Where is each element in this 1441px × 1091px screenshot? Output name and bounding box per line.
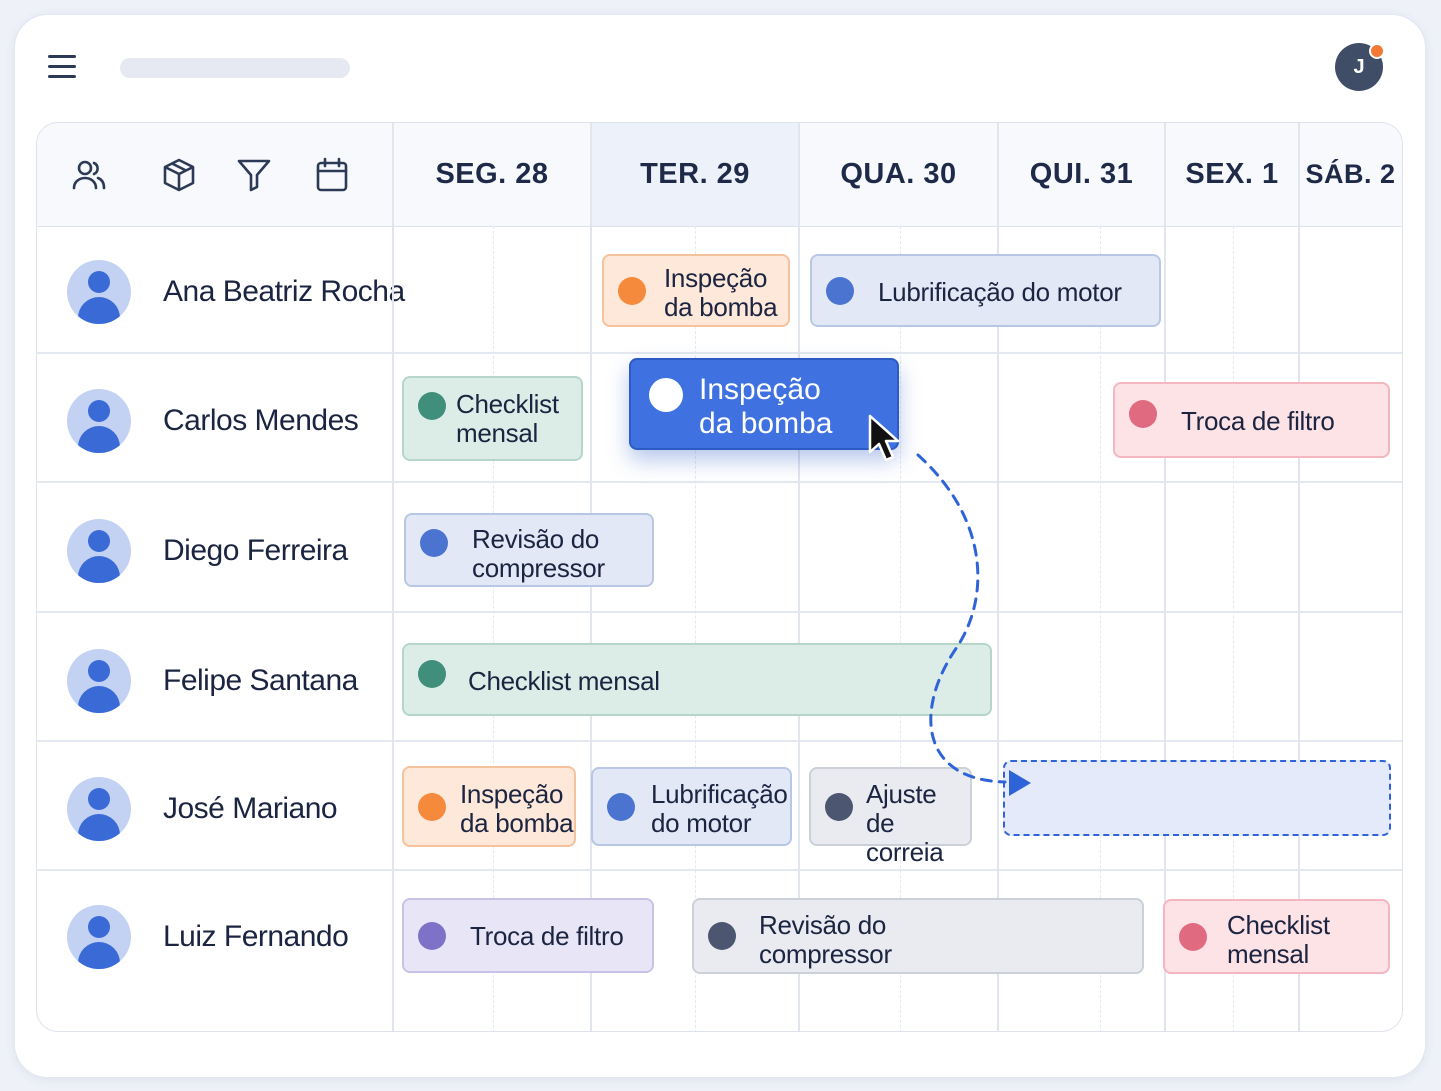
task-card[interactable]: Revisão do compressor: [692, 898, 1144, 974]
task-card[interactable]: Lubrificação do motor: [591, 767, 792, 846]
column-divider: [1298, 123, 1300, 1031]
task-card[interactable]: Inspeção da bomba: [402, 766, 576, 847]
task-label: Revisão do compressor: [759, 910, 892, 969]
task-card[interactable]: Checklist mensal: [402, 376, 583, 461]
task-color-dot: [708, 922, 736, 950]
avatar: [67, 389, 131, 453]
task-card[interactable]: Troca de filtro: [402, 898, 654, 973]
hamburger-menu-icon[interactable]: [48, 52, 78, 82]
person-name: José Mariano: [163, 792, 338, 825]
person-name: Diego Ferreira: [163, 534, 348, 567]
task-label: Inspeção da bomba: [460, 779, 574, 838]
user-avatar-initial: J: [1353, 55, 1365, 78]
search-bar-placeholder[interactable]: [120, 58, 350, 78]
person-row-label[interactable]: José Mariano: [37, 745, 393, 873]
task-label: Checklist mensal: [1227, 910, 1330, 969]
users-icon[interactable]: [71, 157, 107, 193]
task-color-dot: [418, 792, 446, 821]
task-label: Lubrificação do motor: [651, 779, 788, 838]
avatar: [67, 905, 131, 969]
task-color-dot: [420, 529, 448, 557]
task-color-dot: [418, 921, 446, 950]
column-divider: [1164, 123, 1166, 1031]
task-card[interactable]: Revisão do compressor: [404, 513, 654, 587]
task-label: Inspeção da bomba: [699, 373, 833, 440]
notification-dot: [1369, 43, 1385, 59]
avatar: [67, 649, 131, 713]
column-divider: [392, 123, 394, 1031]
person-name: Felipe Santana: [163, 664, 358, 697]
avatar: [67, 519, 131, 583]
calendar-icon[interactable]: [314, 157, 350, 193]
person-row-label[interactable]: Ana Beatriz Rocha: [37, 228, 405, 356]
day-header-5[interactable]: SEX. 1: [1165, 123, 1299, 226]
task-label: Revisão do compressor: [472, 524, 605, 583]
filter-icon[interactable]: [236, 157, 272, 193]
person-row-label[interactable]: Luiz Fernando: [37, 873, 393, 1001]
dragging-task-card[interactable]: Inspeção da bomba: [629, 358, 899, 450]
person-name: Carlos Mendes: [163, 404, 359, 437]
task-color-dot: [1179, 922, 1207, 951]
box-icon[interactable]: [161, 157, 197, 193]
task-label: Lubrificação do motor: [878, 277, 1122, 307]
task-label: Inspeção da bomba: [664, 263, 778, 322]
task-color-dot: [607, 792, 635, 821]
person-row-label[interactable]: Carlos Mendes: [37, 357, 393, 485]
column-divider: [798, 123, 800, 1031]
avatar: [67, 260, 131, 324]
task-color-dot: [825, 792, 853, 821]
task-card[interactable]: Checklist mensal: [402, 643, 992, 716]
task-color-dot: [826, 276, 854, 305]
task-color-dot: [418, 660, 446, 688]
task-color-dot: [649, 378, 683, 412]
task-color-dot: [418, 392, 446, 420]
person-row-label[interactable]: Felipe Santana: [37, 617, 393, 745]
day-header-4[interactable]: QUI. 31: [998, 123, 1165, 226]
task-label: Checklist mensal: [468, 666, 660, 696]
task-card[interactable]: Checklist mensal: [1163, 899, 1390, 974]
task-label: Troca de filtro: [470, 921, 624, 951]
task-label: Checklist mensal: [456, 389, 559, 448]
task-card[interactable]: Ajuste de correia: [809, 767, 972, 867]
task-card[interactable]: Lubrificação do motor: [810, 254, 1161, 327]
person-row-label[interactable]: Diego Ferreira: [37, 487, 393, 615]
task-color-dot: [618, 276, 646, 305]
day-header-1[interactable]: SEG. 28: [393, 123, 591, 226]
day-header-2-today[interactable]: TER. 29: [591, 123, 799, 226]
task-card[interactable]: Troca de filtro: [1113, 382, 1390, 458]
task-label: Troca de filtro: [1181, 406, 1335, 436]
day-header-3[interactable]: QUA. 30: [799, 123, 998, 226]
task-card[interactable]: Inspeção da bomba: [602, 254, 790, 327]
avatar: [67, 777, 131, 841]
day-header-6[interactable]: SÁB. 2: [1299, 123, 1402, 226]
task-label: Ajuste de correia: [866, 779, 944, 867]
drop-target-slot[interactable]: [1003, 760, 1391, 836]
task-color-dot: [1129, 400, 1157, 428]
person-name: Luiz Fernando: [163, 920, 349, 953]
person-name: Ana Beatriz Rocha: [163, 275, 405, 308]
